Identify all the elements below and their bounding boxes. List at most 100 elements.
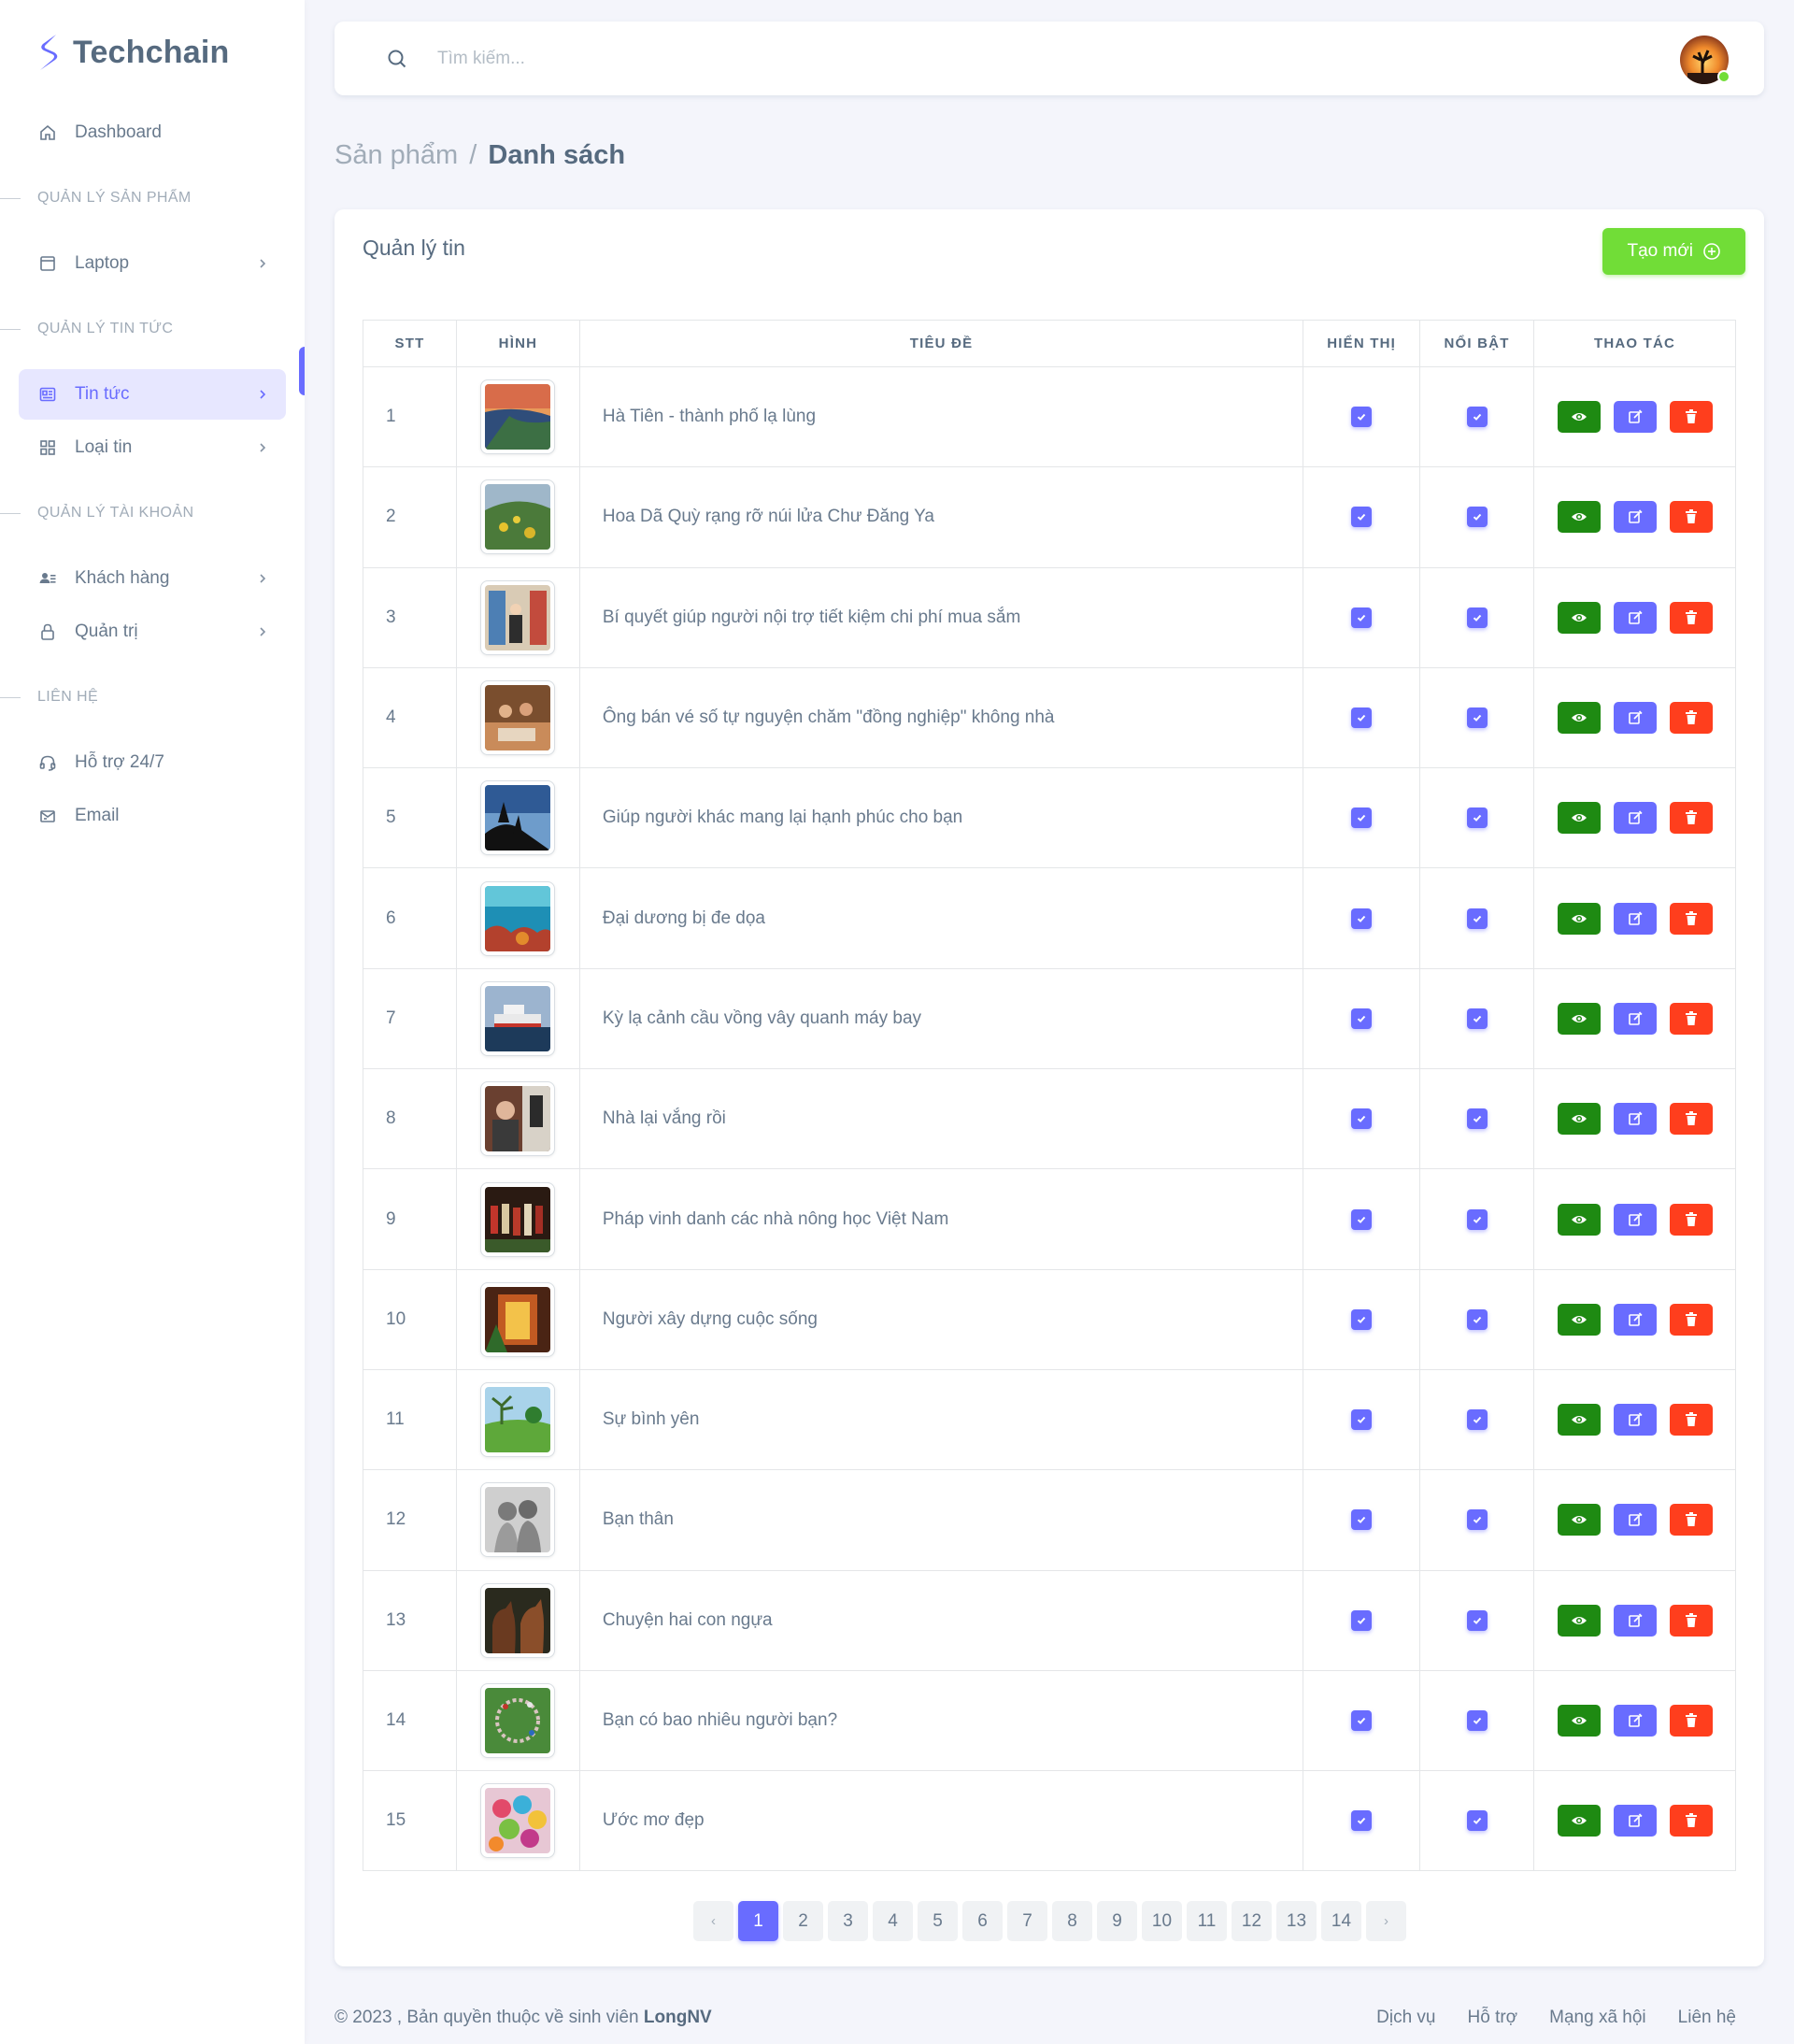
featured-checkbox[interactable]: [1466, 1609, 1488, 1631]
view-button[interactable]: [1557, 1303, 1601, 1336]
news-thumbnail[interactable]: [480, 1582, 556, 1658]
pagination-page[interactable]: 6: [962, 1901, 1003, 1941]
news-thumbnail[interactable]: [480, 1281, 556, 1357]
news-thumbnail[interactable]: [480, 1783, 556, 1859]
delete-button[interactable]: [1669, 1002, 1713, 1035]
view-button[interactable]: [1557, 1705, 1601, 1737]
visible-checkbox[interactable]: [1351, 607, 1373, 628]
featured-checkbox[interactable]: [1466, 1409, 1488, 1431]
news-thumbnail[interactable]: [480, 1382, 556, 1458]
view-button[interactable]: [1557, 1805, 1601, 1837]
sidebar-item-email[interactable]: Email: [19, 791, 286, 841]
footer-link-support[interactable]: Hỗ trợ: [1468, 2008, 1518, 2028]
breadcrumb-parent[interactable]: Sản phẩm: [335, 140, 458, 170]
visible-checkbox[interactable]: [1351, 1008, 1373, 1029]
pagination-prev[interactable]: ‹: [693, 1901, 733, 1941]
row-title[interactable]: Ước mơ đẹp: [578, 1770, 1304, 1872]
visible-checkbox[interactable]: [1351, 1609, 1373, 1631]
delete-button[interactable]: [1669, 1103, 1713, 1136]
pagination-page[interactable]: 8: [1052, 1901, 1092, 1941]
edit-button[interactable]: [1613, 1604, 1657, 1637]
column-header[interactable]: THAO TÁC: [1533, 320, 1736, 367]
edit-button[interactable]: [1613, 401, 1657, 434]
featured-checkbox[interactable]: [1466, 507, 1488, 528]
edit-button[interactable]: [1613, 802, 1657, 835]
visible-checkbox[interactable]: [1351, 1108, 1373, 1130]
edit-button[interactable]: [1613, 501, 1657, 534]
edit-button[interactable]: [1613, 1705, 1657, 1737]
column-header[interactable]: HÌNH: [455, 320, 580, 367]
featured-checkbox[interactable]: [1466, 908, 1488, 929]
view-button[interactable]: [1557, 1203, 1601, 1236]
featured-checkbox[interactable]: [1466, 1308, 1488, 1330]
brand[interactable]: Techchain: [0, 0, 305, 105]
row-title[interactable]: Nhà lại vắng rồi: [578, 1068, 1304, 1170]
news-thumbnail[interactable]: [480, 1181, 556, 1257]
edit-button[interactable]: [1613, 1303, 1657, 1336]
row-title[interactable]: Ông bán vé số tự nguyện chăm "đồng nghiệ…: [578, 666, 1304, 769]
row-title[interactable]: Bạn thân: [578, 1469, 1304, 1571]
view-button[interactable]: [1557, 501, 1601, 534]
view-button[interactable]: [1557, 401, 1601, 434]
news-thumbnail[interactable]: [480, 579, 556, 655]
row-title[interactable]: Sự bình yên: [578, 1368, 1304, 1471]
visible-checkbox[interactable]: [1351, 708, 1373, 729]
visible-checkbox[interactable]: [1351, 1810, 1373, 1832]
column-header[interactable]: TIÊU ĐỀ: [578, 320, 1304, 367]
pagination-page[interactable]: 11: [1187, 1901, 1227, 1941]
news-thumbnail[interactable]: [480, 1081, 556, 1157]
pagination-page[interactable]: 10: [1142, 1901, 1182, 1941]
column-header[interactable]: STT: [363, 320, 457, 367]
featured-checkbox[interactable]: [1466, 407, 1488, 428]
row-title[interactable]: Kỳ lạ cảnh cầu vồng vây quanh máy bay: [578, 967, 1304, 1070]
view-button[interactable]: [1557, 1103, 1601, 1136]
row-title[interactable]: Hoa Dã Quỳ rạng rỡ núi lửa Chư Đăng Ya: [578, 466, 1304, 568]
row-title[interactable]: Hà Tiên - thành phố lạ lùng: [578, 365, 1304, 468]
sidebar-item-laptop[interactable]: Laptop: [19, 238, 286, 289]
delete-button[interactable]: [1669, 1504, 1713, 1537]
row-title[interactable]: Đại dương bị đe dọa: [578, 867, 1304, 969]
row-title[interactable]: Pháp vinh danh các nhà nông học Việt Nam: [578, 1168, 1304, 1270]
delete-button[interactable]: [1669, 702, 1713, 735]
pagination-page[interactable]: 13: [1276, 1901, 1317, 1941]
view-button[interactable]: [1557, 1002, 1601, 1035]
delete-button[interactable]: [1669, 1303, 1713, 1336]
visible-checkbox[interactable]: [1351, 1208, 1373, 1230]
featured-checkbox[interactable]: [1466, 1108, 1488, 1130]
sidebar-item-customers[interactable]: Khách hàng: [19, 553, 286, 604]
featured-checkbox[interactable]: [1466, 607, 1488, 628]
view-button[interactable]: [1557, 601, 1601, 634]
edit-button[interactable]: [1613, 1002, 1657, 1035]
view-button[interactable]: [1557, 802, 1601, 835]
news-thumbnail[interactable]: [480, 880, 556, 956]
row-title[interactable]: Bạn có bao nhiêu người bạn?: [578, 1669, 1304, 1772]
featured-checkbox[interactable]: [1466, 708, 1488, 729]
edit-button[interactable]: [1613, 902, 1657, 935]
pagination-next[interactable]: ›: [1366, 1901, 1406, 1941]
featured-checkbox[interactable]: [1466, 1008, 1488, 1029]
news-thumbnail[interactable]: [480, 1482, 556, 1558]
delete-button[interactable]: [1669, 902, 1713, 935]
news-thumbnail[interactable]: [480, 1683, 556, 1758]
featured-checkbox[interactable]: [1466, 1810, 1488, 1832]
edit-button[interactable]: [1613, 1203, 1657, 1236]
sidebar-item-news[interactable]: Tin tức: [19, 369, 286, 420]
view-button[interactable]: [1557, 1404, 1601, 1437]
visible-checkbox[interactable]: [1351, 1308, 1373, 1330]
visible-checkbox[interactable]: [1351, 407, 1373, 428]
visible-checkbox[interactable]: [1351, 1710, 1373, 1731]
edit-button[interactable]: [1613, 1504, 1657, 1537]
sidebar-item-support[interactable]: Hỗ trợ 24/7: [19, 737, 286, 788]
edit-button[interactable]: [1613, 1103, 1657, 1136]
edit-button[interactable]: [1613, 702, 1657, 735]
news-thumbnail[interactable]: [480, 980, 556, 1056]
featured-checkbox[interactable]: [1466, 808, 1488, 829]
sidebar-item-admins[interactable]: Quản trị: [19, 607, 286, 657]
row-title[interactable]: Chuyện hai con ngựa: [578, 1569, 1304, 1671]
featured-checkbox[interactable]: [1466, 1509, 1488, 1531]
row-title[interactable]: Bí quyết giúp người nội trợ tiết kiệm ch…: [578, 566, 1304, 668]
footer-link-social[interactable]: Mạng xã hội: [1549, 2008, 1646, 2028]
pagination-page[interactable]: 2: [783, 1901, 823, 1941]
delete-button[interactable]: [1669, 1805, 1713, 1837]
view-button[interactable]: [1557, 1504, 1601, 1537]
